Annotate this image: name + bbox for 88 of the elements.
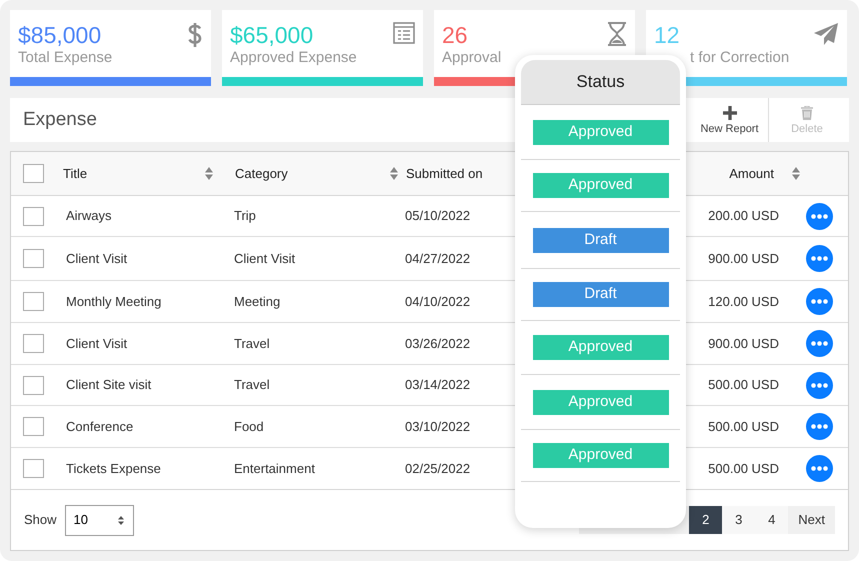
new-report-button[interactable]: New Report	[691, 98, 768, 142]
table-cell-text: 120.00 USD	[708, 292, 779, 311]
ellipsis-icon	[811, 214, 828, 218]
hourglass-icon	[607, 22, 627, 46]
page-size-select[interactable]: 10	[64, 504, 134, 536]
page-button[interactable]: 2	[689, 506, 722, 534]
status-badge: Draft	[532, 282, 668, 307]
table-cell-text: 02/25/2022	[405, 460, 472, 478]
checkbox[interactable]	[23, 376, 44, 394]
table-cell-text: Tickets Expense	[66, 460, 162, 478]
table-cell-text: 500.00 USD	[708, 460, 779, 478]
checkbox[interactable]	[23, 206, 44, 226]
table-cell-text: 03/14/2022	[405, 376, 472, 394]
table-cell-text: Meeting	[234, 292, 282, 311]
table-cell-text: Travel	[234, 376, 271, 394]
more-button[interactable]	[806, 245, 833, 272]
stat-value: 12	[654, 22, 681, 48]
table-cell-text: Food	[234, 418, 265, 436]
paper-plane-icon	[813, 22, 839, 46]
stat-label: t for Correction	[690, 48, 790, 68]
plus-icon	[722, 106, 736, 120]
table-cell-text: Client Visit	[66, 334, 128, 353]
more-button[interactable]	[806, 330, 833, 357]
stat-value: $85,000	[18, 22, 102, 48]
stat-label: Approval	[442, 48, 502, 68]
ellipsis-icon	[811, 424, 828, 429]
table-cell-text: Travel	[234, 334, 271, 353]
status-badge: Approved	[532, 173, 668, 198]
table-cell-text: 03/26/2022	[405, 334, 472, 353]
form-icon	[393, 22, 415, 44]
ellipsis-icon	[811, 299, 828, 304]
section-title: Expense	[23, 108, 97, 132]
column-header[interactable]: Submitted on	[406, 164, 516, 184]
checkbox[interactable]	[23, 249, 44, 268]
more-button[interactable]	[806, 413, 833, 440]
table-cell-text: Client Visit	[66, 250, 128, 268]
table-cell-text: 900.00 USD	[708, 334, 779, 353]
table-cell-text: Trip	[234, 207, 257, 226]
checkbox[interactable]	[23, 459, 44, 478]
table-cell-text: 200.00 USD	[708, 207, 779, 226]
table-cell-text: 03/10/2022	[405, 418, 472, 436]
more-button[interactable]	[806, 455, 833, 482]
next-button[interactable]: Next	[788, 506, 835, 534]
table-cell-text: 05/10/2022	[405, 207, 472, 226]
more-button[interactable]	[806, 372, 833, 398]
more-button[interactable]	[806, 288, 833, 315]
table-cell-text: Conference	[66, 418, 134, 436]
show-label: Show	[24, 511, 57, 530]
checkbox[interactable]	[23, 334, 44, 353]
column-header[interactable]: Amount	[729, 164, 774, 184]
table-cell-text: 500.00 USD	[708, 418, 779, 436]
table-cell-text: 900.00 USD	[708, 250, 779, 268]
table-cell-text: Client Visit	[234, 250, 296, 268]
sort-icon[interactable]	[205, 167, 213, 180]
page-button[interactable]: 4	[755, 506, 788, 534]
status-badge: Approved	[532, 335, 668, 360]
status-badge: Approved	[532, 443, 668, 468]
checkbox[interactable]	[23, 164, 44, 183]
ellipsis-icon	[811, 256, 828, 261]
stat-label: Total Expense	[18, 48, 112, 68]
checkbox[interactable]	[23, 417, 44, 436]
popup-title: Status	[576, 71, 625, 94]
table-cell-text: Airways	[66, 207, 113, 226]
more-button[interactable]	[806, 202, 833, 230]
stepper-icon	[116, 514, 125, 526]
stat-label: Approved Expense	[230, 48, 357, 68]
ellipsis-icon	[811, 341, 828, 346]
status-badge: Draft	[532, 228, 668, 252]
ellipsis-icon	[811, 382, 828, 388]
ellipsis-icon	[811, 466, 828, 471]
status-badge: Approved	[532, 390, 668, 414]
column-header[interactable]: Category	[235, 164, 390, 184]
table-cell-text: 04/10/2022	[405, 292, 472, 311]
sort-icon[interactable]	[792, 167, 800, 180]
checkbox[interactable]	[23, 292, 44, 311]
page-button[interactable]: 3	[722, 506, 756, 534]
table-cell-text: Monthly Meeting	[66, 292, 162, 311]
sort-icon[interactable]	[390, 167, 398, 180]
dollar-icon	[187, 22, 203, 48]
table-cell-text: Client Site visit	[66, 376, 152, 394]
table-cell-text: 500.00 USD	[708, 376, 779, 394]
stat-value: 26	[442, 22, 469, 48]
table-cell-text: 04/27/2022	[405, 250, 472, 268]
table-cell-text: Entertainment	[234, 460, 316, 478]
trash-icon	[801, 106, 813, 120]
status-badge: Approved	[532, 120, 668, 144]
stat-value: $65,000	[230, 22, 314, 48]
column-header[interactable]: Title	[63, 164, 205, 184]
